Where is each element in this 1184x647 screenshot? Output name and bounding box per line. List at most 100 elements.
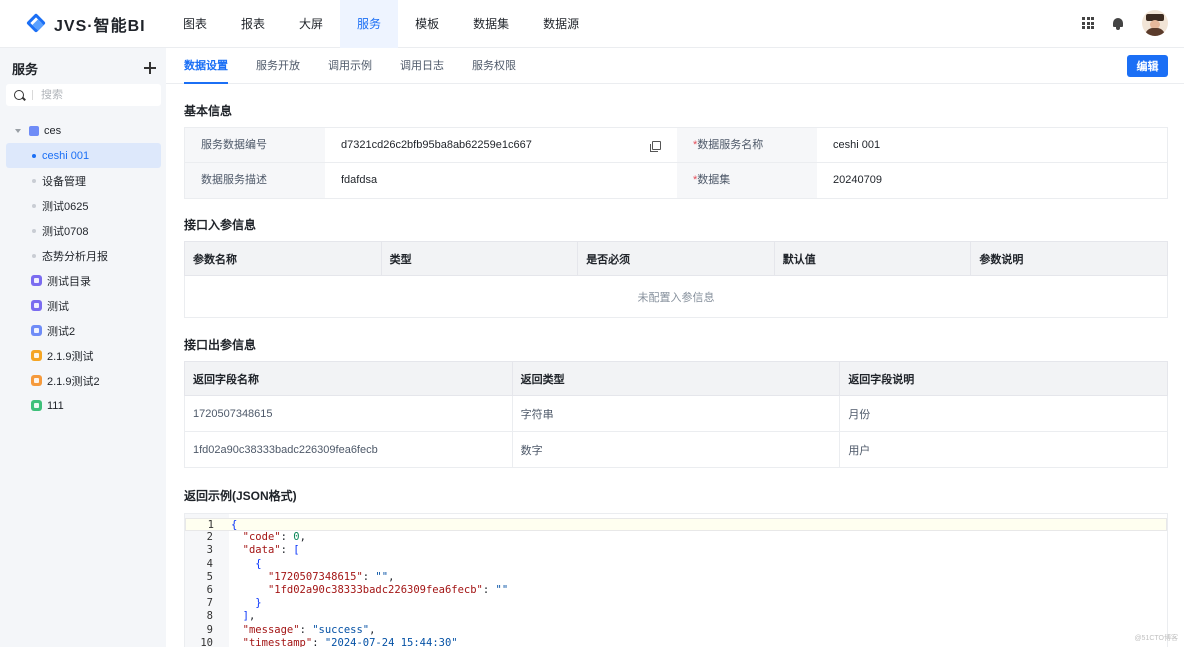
nav-item-datasource[interactable]: 数据源	[526, 0, 596, 48]
search-divider	[32, 90, 33, 100]
table-cell: 数字	[511, 431, 841, 468]
nav-item-report[interactable]: 报表	[224, 0, 282, 48]
nav-item-chart[interactable]: 图表	[166, 0, 224, 48]
folder-icon	[29, 125, 39, 136]
code-text: ],	[242, 610, 256, 623]
basic-info-table: 服务数据编号 d7321cd26c2bfb95ba8ab62259e1c667 …	[184, 127, 1168, 199]
app-logo[interactable]: JVS·智能BI	[26, 12, 146, 36]
nav-item-template[interactable]: 模板	[398, 0, 456, 48]
nav-item-service[interactable]: 服务	[340, 0, 399, 48]
tree-node-label: 测试2	[47, 325, 76, 338]
add-icon[interactable]	[144, 62, 156, 74]
empty-state-text: 未配置入参信息	[184, 275, 1168, 318]
column-header: 参数说明	[970, 241, 1168, 276]
tree-node-label: 111	[47, 399, 64, 412]
code-line: 5 "1720507348615": "",	[185, 571, 1167, 584]
tab-service-open[interactable]: 服务开放	[256, 48, 300, 84]
tree-folder-219-test2[interactable]: 2.1.9测试2	[6, 368, 161, 393]
sidebar-header: 服务	[12, 58, 156, 78]
bullet-icon	[32, 178, 36, 183]
service-desc-value: fdafdsa	[341, 174, 378, 186]
code-line: 6 "1fd02a90c38333badc226309fea6fecb": ""	[185, 584, 1167, 597]
copy-icon[interactable]	[650, 141, 661, 152]
json-example-editor[interactable]: 1{2 "code": 0, 3 "data": [4 {5 "172050734…	[184, 513, 1168, 647]
line-number: 10	[200, 636, 213, 647]
tab-data-settings[interactable]: 数据设置	[184, 48, 228, 84]
bullet-icon	[32, 253, 36, 258]
tree-node-label: ceshi 001	[42, 149, 90, 162]
tree-folder-219-test[interactable]: 2.1.9测试	[6, 343, 161, 368]
table-cell: 字符串	[511, 395, 841, 432]
search-icon	[14, 90, 24, 100]
code-line: 7 }	[185, 597, 1167, 610]
footer-watermark: @51CTO博客	[1134, 635, 1178, 642]
code-line: 4 {	[185, 558, 1167, 571]
service-name-label-text: 数据服务名称	[697, 139, 764, 151]
code-text: "timestamp": "2024-07-24 15:44:30"	[242, 636, 458, 647]
caret-down-icon[interactable]	[15, 128, 21, 133]
tree-node-label: 设备管理	[42, 175, 86, 188]
logo-icon	[26, 13, 48, 35]
code-line: 1{	[185, 518, 1167, 532]
tree-folder-111[interactable]: 111	[6, 393, 161, 418]
tab-service-permission[interactable]: 服务权限	[472, 48, 516, 84]
code-text: "code": 0,	[242, 531, 306, 544]
bullet-icon	[32, 203, 36, 208]
code-line: 2 "code": 0,	[185, 531, 1167, 544]
tab-call-example[interactable]: 调用示例	[328, 48, 372, 84]
output-params-table: 返回字段名称 返回类型 返回字段说明 1720507348615 字符串 月份 …	[184, 361, 1168, 468]
tree-folder-ces[interactable]: ces	[6, 118, 161, 143]
tree-folder-test2[interactable]: 测试2	[6, 318, 161, 343]
tree-item-device-management[interactable]: 设备管理	[6, 168, 161, 193]
tree-node-label: 测试0625	[42, 200, 89, 213]
code-line: 10 "timestamp": "2024-07-24 15:44:30"	[185, 637, 1167, 647]
tree-node-label: 测试目录	[47, 275, 91, 288]
folder-icon	[31, 275, 42, 286]
line-number: 9	[206, 623, 213, 636]
code-text: }	[255, 597, 262, 610]
tree-folder-test[interactable]: 测试	[6, 293, 161, 318]
table-cell: 1720507348615	[184, 395, 513, 432]
service-id-label: 服务数据编号	[185, 128, 325, 162]
folder-icon	[31, 375, 42, 386]
sidebar-search	[6, 84, 161, 106]
column-header: 返回字段名称	[184, 361, 513, 396]
code-text: "1720507348615": "",	[267, 570, 395, 583]
column-header: 默认值	[773, 241, 972, 276]
column-header: 类型	[380, 241, 579, 276]
column-header: 是否必须	[577, 241, 775, 276]
sidebar-title: 服务	[12, 61, 39, 77]
service-name-value: ceshi 001	[833, 139, 881, 151]
tree-node-label: 2.1.9测试2	[47, 375, 100, 388]
search-input[interactable]	[41, 89, 141, 101]
apps-grid-icon[interactable]	[1082, 17, 1094, 29]
code-text: "message": "success",	[242, 623, 376, 636]
tree-item-test-0625[interactable]: 测试0625	[6, 193, 161, 218]
edit-button[interactable]: 编辑	[1127, 55, 1168, 77]
line-number: 4	[206, 557, 213, 570]
tree-node-label: 测试0708	[42, 225, 89, 238]
tree-item-test-0708[interactable]: 测试0708	[6, 218, 161, 243]
column-header: 返回字段说明	[839, 361, 1168, 396]
tree-item-ceshi-001[interactable]: ceshi 001	[6, 143, 161, 168]
bullet-icon	[32, 153, 36, 158]
notification-bell-icon[interactable]	[1112, 17, 1124, 30]
service-tree: ces ceshi 001 设备管理 测试0625 测试0708 态势分析月报 …	[6, 118, 161, 418]
tree-node-label: 态势分析月报	[42, 250, 108, 263]
tab-call-log[interactable]: 调用日志	[400, 48, 444, 84]
nav-item-screen[interactable]: 大屏	[282, 0, 340, 48]
service-name-label: *数据服务名称	[677, 128, 817, 162]
section-title-basic: 基本信息	[184, 104, 233, 118]
nav-item-dataset[interactable]: 数据集	[456, 0, 526, 48]
table-row: 1720507348615 字符串 月份	[184, 395, 1168, 432]
line-number: 6	[206, 584, 213, 596]
tree-item-situation-monthly[interactable]: 态势分析月报	[6, 243, 161, 268]
code-text: "1fd02a90c38333badc226309fea6fecb": ""	[267, 584, 509, 596]
line-number: 3	[206, 544, 213, 557]
dataset-value: 20240709	[833, 174, 882, 186]
tree-folder-test-dir[interactable]: 测试目录	[6, 268, 161, 293]
column-header: 返回类型	[511, 361, 841, 396]
user-avatar[interactable]	[1142, 10, 1168, 36]
table-row: 1fd02a90c38333badc226309fea6fecb 数字 用户	[184, 431, 1168, 468]
service-id-text: d7321cd26c2bfb95ba8ab62259e1c667	[341, 139, 532, 151]
